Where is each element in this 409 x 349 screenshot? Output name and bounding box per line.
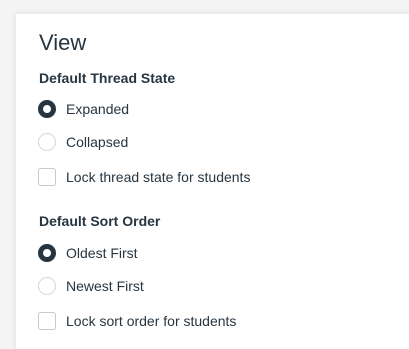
radio-oldest-first[interactable]: Oldest First: [38, 243, 138, 263]
radio-newest-first-label: Newest First: [66, 278, 144, 294]
lock-thread-state-checkbox[interactable]: Lock thread state for students: [38, 167, 250, 187]
radio-expanded-indicator[interactable]: [38, 100, 56, 118]
radio-collapsed-indicator[interactable]: [38, 133, 56, 151]
lock-sort-order-checkbox[interactable]: Lock sort order for students: [38, 311, 236, 331]
radio-oldest-first-label: Oldest First: [66, 245, 138, 261]
radio-newest-first-indicator[interactable]: [38, 277, 56, 295]
radio-collapsed[interactable]: Collapsed: [38, 132, 128, 152]
default-thread-state-heading: Default Thread State: [39, 70, 176, 86]
radio-expanded-label: Expanded: [66, 101, 130, 117]
lock-sort-order-box[interactable]: [38, 312, 56, 330]
default-sort-order-heading: Default Sort Order: [39, 213, 161, 229]
lock-sort-order-label: Lock sort order for students: [66, 313, 237, 329]
view-settings-panel: View Default Thread State Expanded Colla…: [16, 14, 409, 349]
radio-expanded[interactable]: Expanded: [38, 99, 129, 119]
view-section-title: View: [39, 30, 87, 55]
radio-collapsed-label: Collapsed: [66, 134, 129, 150]
radio-oldest-first-indicator[interactable]: [38, 244, 56, 262]
lock-thread-state-label: Lock thread state for students: [66, 169, 251, 185]
lock-thread-state-box[interactable]: [38, 168, 56, 186]
radio-newest-first[interactable]: Newest First: [38, 276, 144, 296]
